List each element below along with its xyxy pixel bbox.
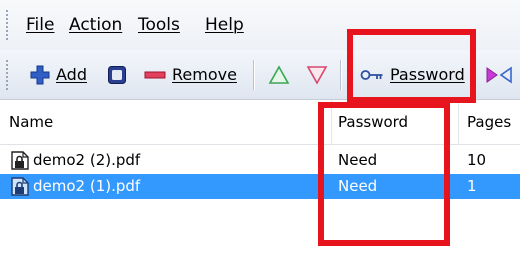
column-header-pages[interactable]: Pages [467,100,511,144]
menu-grip[interactable] [6,10,12,40]
file-list[interactable]: Name Password Pages demo2 (2).pdf Need 1… [0,100,520,278]
password-status: Need [338,151,378,169]
table-row[interactable]: demo2 (2).pdf Need 10 [0,148,520,173]
toolbar-separator [253,60,254,90]
column-header-name[interactable]: Name [9,100,53,144]
plus-icon [30,65,50,84]
triangle-up-icon [268,64,290,84]
menu-file[interactable]: File [26,15,54,35]
pdf-lock-icon [11,151,29,170]
triangle-down-icon [306,65,328,85]
password-button-label: Password [390,65,465,84]
file-name: demo2 (1).pdf [33,177,141,195]
add-folder-button[interactable] [107,50,127,99]
menu-action[interactable]: Action [69,15,122,35]
column-divider[interactable] [458,100,459,144]
password-status: Need [338,177,378,195]
move-down-button[interactable] [306,50,328,99]
password-button[interactable]: Password [360,50,465,99]
menu-bar: File Action Tools Help [0,0,520,50]
pdf-lock-icon [11,177,29,196]
toolbar-separator [340,60,341,90]
key-icon [360,69,383,80]
minus-icon [144,71,166,78]
file-name: demo2 (2).pdf [33,151,141,169]
menu-tools[interactable]: Tools [138,15,180,35]
add-button[interactable]: Add [30,50,87,99]
page-count: 10 [467,151,487,169]
merge-button[interactable] [486,50,512,99]
column-header-password[interactable]: Password [338,100,408,144]
list-header: Name Password Pages [0,100,520,145]
table-row-selected[interactable]: demo2 (1).pdf Need 1 [0,174,520,199]
remove-button[interactable]: Remove [144,50,237,99]
square-icon [108,65,126,84]
add-button-label: Add [56,65,87,84]
toolbar: Add Remove Password [0,50,520,100]
toolbar-grip[interactable] [6,60,12,90]
merge-arrows-icon [486,65,512,84]
column-divider[interactable] [331,100,332,144]
page-count: 1 [467,177,477,195]
remove-button-label: Remove [172,65,237,84]
menu-help[interactable]: Help [205,15,244,35]
move-up-button[interactable] [268,50,290,99]
